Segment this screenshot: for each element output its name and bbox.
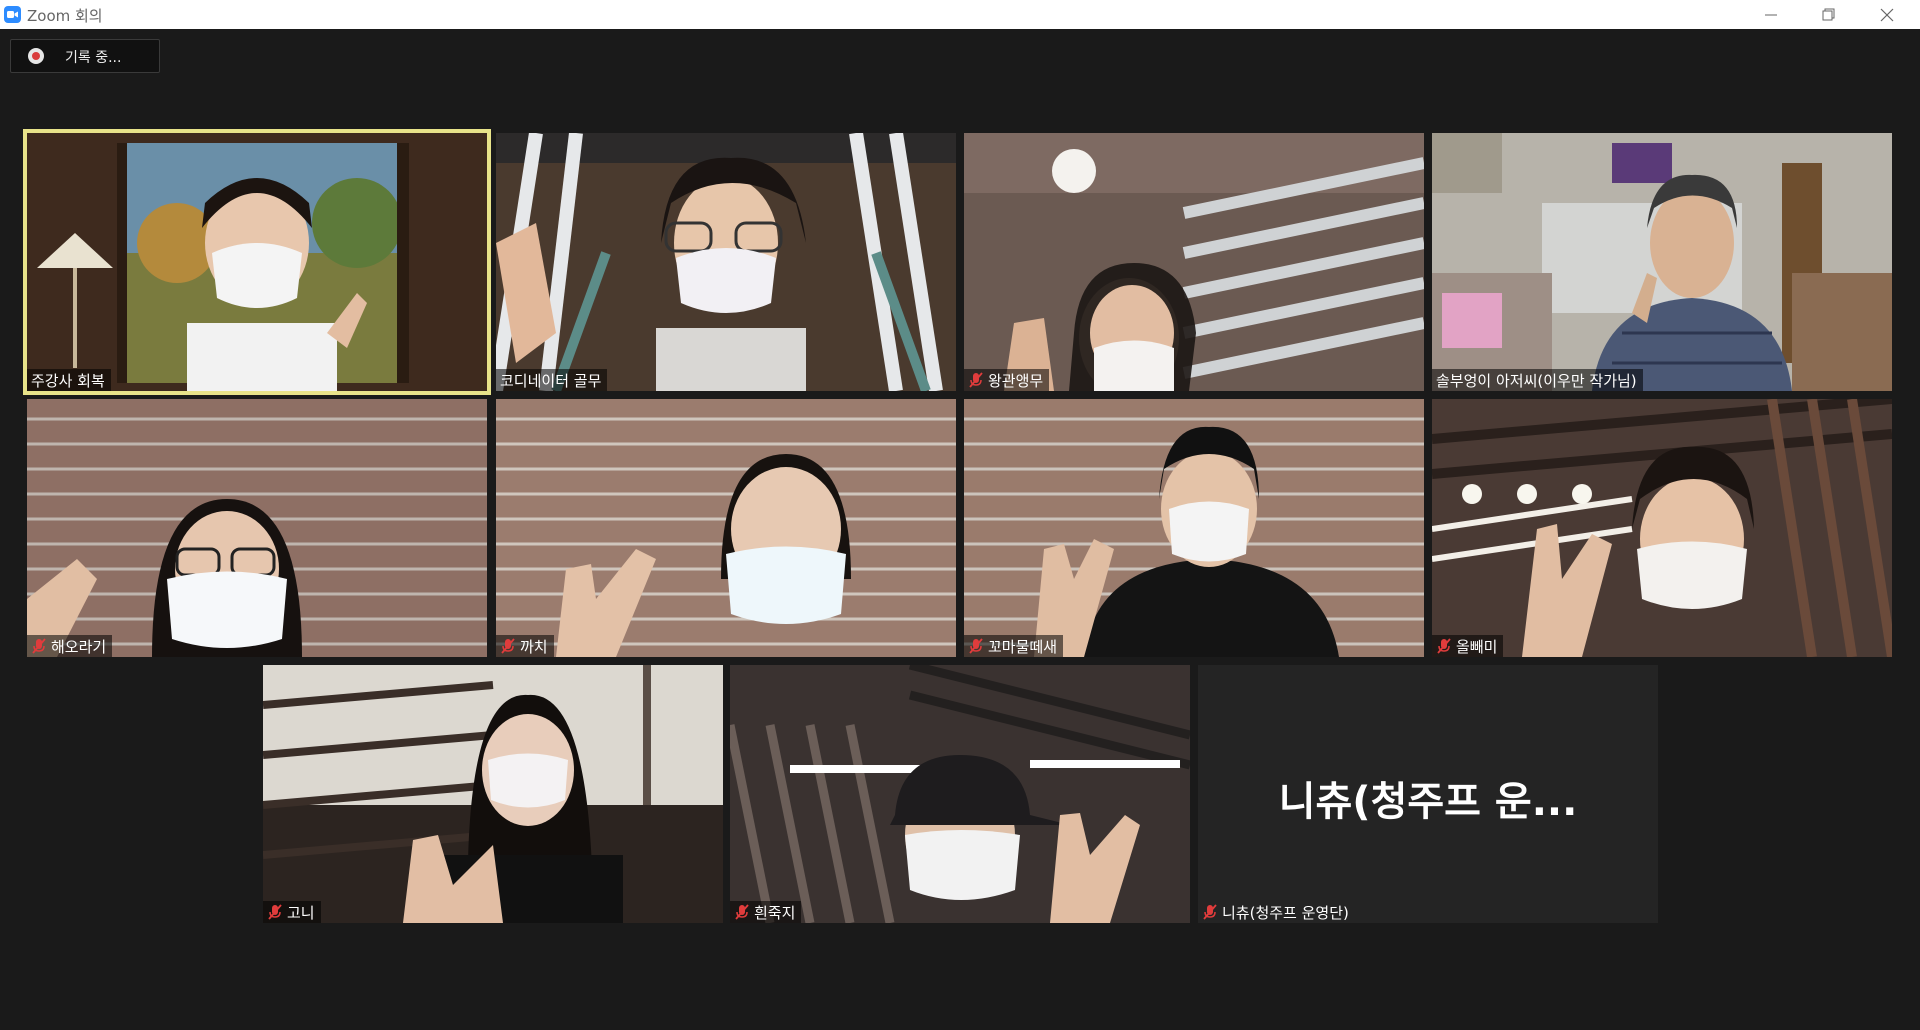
video-tile[interactable]: 왕관앵무 [964,133,1424,391]
video-tile[interactable]: 까치 [496,399,956,657]
restore-button[interactable] [1800,0,1858,29]
recording-indicator[interactable]: 기록 중... [10,39,160,73]
participant-name: 꼬마물떼새 [988,637,1058,656]
microphone-muted-icon [267,904,283,920]
microphone-muted-icon [968,372,984,388]
microphone-muted-icon [1436,638,1452,654]
participant-name: 까치 [520,637,548,656]
microphone-muted-icon [1202,904,1218,920]
participant-name: 코디네이터 골무 [500,371,602,390]
participant-video [1432,133,1892,391]
participant-name-tag: 올빼미 [1432,635,1504,657]
participant-video [27,399,487,657]
participant-video [496,399,956,657]
video-tile[interactable]: 해오라기 [27,399,487,657]
participant-name-tag: 왕관앵무 [964,369,1050,391]
participant-name-tag: 코디네이터 골무 [496,369,608,391]
participant-name-tag: 니츄(청주프 운영단) [1198,901,1355,923]
participant-name: 해오라기 [51,637,107,656]
video-tile[interactable]: 주강사 회복 [23,129,491,395]
video-tile[interactable]: 솔부엉이 아저씨(이우만 작가님) [1432,133,1892,391]
video-tile[interactable]: 코디네이터 골무 [496,133,956,391]
microphone-muted-icon [968,638,984,654]
participant-video [27,133,487,391]
video-tile[interactable]: 니츄(청주프 운... 니츄(청주프 운영단) [1198,665,1658,923]
window-title: Zoom 회의 [27,7,103,25]
microphone-muted-icon [31,638,47,654]
recording-label: 기록 중... [65,50,122,66]
participant-name-tag: 흰죽지 [730,901,802,923]
close-button[interactable] [1858,0,1916,29]
video-tile[interactable]: 흰죽지 [730,665,1190,923]
participant-name-tag: 솔부엉이 아저씨(이우만 작가님) [1432,369,1643,391]
participant-name: 올빼미 [1456,637,1498,656]
participant-name-tag: 해오라기 [27,635,113,657]
minimize-button[interactable] [1742,0,1800,29]
participant-name: 흰죽지 [754,903,796,922]
video-tile[interactable]: 꼬마물떼새 [964,399,1424,657]
video-tile[interactable]: 고니 [263,665,723,923]
participant-name-tag: 고니 [263,901,321,923]
microphone-muted-icon [500,638,516,654]
record-dot-icon [28,48,44,64]
participant-name: 왕관앵무 [988,371,1044,390]
participant-video [730,665,1190,923]
participant-name: 솔부엉이 아저씨(이우만 작가님) [1436,371,1637,390]
participant-video [496,133,956,391]
zoom-camera-icon [4,6,21,23]
participant-video [964,133,1424,391]
participant-name: 주강사 회복 [31,371,105,390]
title-bar: Zoom 회의 [0,0,1920,29]
participant-name-tag: 주강사 회복 [27,369,111,391]
microphone-muted-icon [734,904,750,920]
participant-name-tag: 꼬마물떼새 [964,635,1064,657]
participant-name: 니츄(청주프 운영단) [1222,903,1349,922]
participant-video [964,399,1424,657]
participant-video [263,665,723,923]
participant-display-name: 니츄(청주프 운... [1278,779,1578,825]
video-tile[interactable]: 올빼미 [1432,399,1892,657]
participant-name: 고니 [287,903,315,922]
participant-video [1432,399,1892,657]
participant-name-tag: 까치 [496,635,554,657]
